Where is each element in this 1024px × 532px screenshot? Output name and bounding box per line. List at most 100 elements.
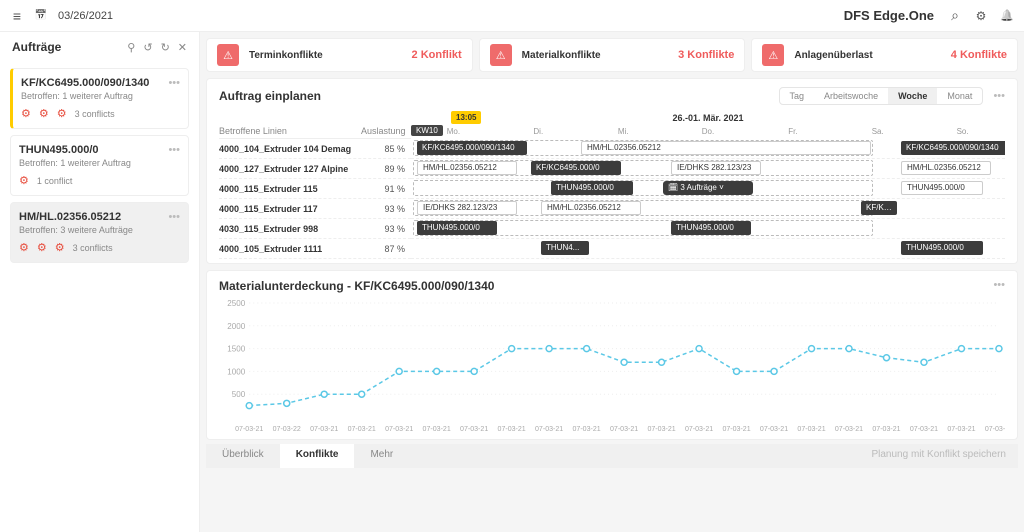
calendar-row[interactable]: IE/DHKS 282.123/23 HM/HL.02356.05212 KF/KC… <box>411 199 1005 219</box>
task-bar[interactable]: IE/DHKS 282.123/23 <box>417 201 517 215</box>
filter-icon[interactable] <box>127 41 135 54</box>
task-bar[interactable]: KF/KC6 <box>861 201 897 215</box>
order-card[interactable]: ••• HM/HL.02356.05212 Betroffen: 3 weite… <box>10 202 189 263</box>
svg-text:07-03-21: 07-03-21 <box>235 426 263 433</box>
col-lines: Betroffene Linien <box>219 126 361 136</box>
notifications-icon[interactable] <box>1000 9 1014 23</box>
order-card[interactable]: ••• KF/KC6495.000/090/1340 Betroffen: 1 … <box>10 68 189 129</box>
main: ⚠ Terminkonflikte 2 Konflikt⚠ Materialko… <box>200 32 1024 532</box>
task-bar[interactable]: THUN495.000/0 <box>901 241 983 255</box>
line-load: 93 % <box>361 204 411 214</box>
conflict-icon: ⚙ <box>19 241 29 254</box>
svg-text:07-03-21: 07-03-21 <box>460 426 488 433</box>
calendar-icon[interactable] <box>34 9 48 23</box>
bottom-tab[interactable]: Überblick <box>206 444 280 468</box>
more-icon[interactable]: ••• <box>168 211 180 223</box>
task-bar[interactable]: HM/HL.02356.05212 <box>581 141 871 155</box>
conflict-card[interactable]: ⚠ Terminkonflikte 2 Konflikt <box>206 38 473 72</box>
day-header: Do. <box>666 127 751 139</box>
svg-text:07-03-21: 07-03-21 <box>835 426 863 433</box>
card-count: 2 Konflikt <box>412 49 462 61</box>
card-count: 4 Konflikte <box>951 49 1007 61</box>
task-bar[interactable]: THUN495.000/0 <box>901 181 983 195</box>
line-chart: 500100015002000250007-03-2107-03-2207-03… <box>219 297 1005 437</box>
close-icon[interactable] <box>178 41 187 54</box>
calendar-row[interactable]: HM/HL.02356.05212 KF/KC6495.000/0 IE/DHKS … <box>411 159 1005 179</box>
svg-text:07-03-22: 07-03-22 <box>273 426 301 433</box>
line-load: 91 % <box>361 184 411 194</box>
svg-text:07-03-21: 07-03-21 <box>348 426 376 433</box>
settings-icon[interactable] <box>974 9 988 23</box>
svg-text:2000: 2000 <box>227 322 245 331</box>
view-tab[interactable]: Arbeitswoche <box>814 88 888 104</box>
task-bar[interactable]: THUN495.000/0 <box>551 181 633 195</box>
svg-text:07-03-21: 07-03-21 <box>872 426 900 433</box>
day-header: Fr. <box>750 127 835 139</box>
conflict-icon: ⚙ <box>55 241 65 254</box>
task-bar[interactable]: 🗓 3 Aufträge ˅ <box>663 181 753 195</box>
topbar: 03/26/2021 DFS Edge.One <box>0 0 1024 32</box>
task-bar[interactable]: THUN495.000/0 <box>671 221 751 235</box>
sidebar-title: Aufträge <box>12 40 61 54</box>
task-bar[interactable]: KF/KC6495.000/090/1340 <box>417 141 527 155</box>
view-tabs: TagArbeitswocheWocheMonat <box>779 87 984 105</box>
svg-text:2500: 2500 <box>227 299 245 308</box>
conflict-card[interactable]: ⚠ Anlagenüberlast 4 Konflikte <box>751 38 1018 72</box>
bottom-tab[interactable]: Mehr <box>354 444 409 468</box>
task-bar[interactable]: THUN495.000/0 <box>417 221 497 235</box>
svg-text:07-03-21: 07-03-21 <box>760 426 788 433</box>
svg-text:07-03-21: 07-03-21 <box>423 426 451 433</box>
task-bar[interactable]: THUN4... <box>541 241 589 255</box>
save-button[interactable]: Planung mit Konflikt speichern <box>859 444 1018 468</box>
card-label: Anlagenüberlast <box>794 50 872 61</box>
svg-text:500: 500 <box>232 390 246 399</box>
calendar-row[interactable]: THUN495.000/0 THUN495.000/0 <box>411 219 1005 239</box>
order-card[interactable]: ••• THUN495.000/0 Betroffen: 1 weiterer … <box>10 135 189 196</box>
view-tab[interactable]: Monat <box>937 88 982 104</box>
svg-text:07-03-21: 07-03-21 <box>985 426 1005 433</box>
conflict-card[interactable]: ⚠ Materialkonflikte 3 Konflikte <box>479 38 746 72</box>
svg-text:07-03-21: 07-03-21 <box>573 426 601 433</box>
conflict-cards: ⚠ Terminkonflikte 2 Konflikt⚠ Materialko… <box>200 32 1024 78</box>
bottom-tab[interactable]: Konflikte <box>280 444 355 468</box>
search-icon[interactable] <box>948 9 962 23</box>
task-bar[interactable]: HM/HL.02356.05212 <box>901 161 991 175</box>
calendar-row[interactable]: THUN495.000/0 🗓 3 Aufträge ˅ THUN495.000/0 <box>411 179 1005 199</box>
order-badge: 1 conflict <box>37 176 73 186</box>
more-icon[interactable]: ••• <box>168 77 180 89</box>
view-tab[interactable]: Woche <box>888 88 937 104</box>
date-range: 26.-01. Mär. 2021 <box>672 113 743 123</box>
redo-icon[interactable] <box>161 41 170 54</box>
task-bar[interactable]: HM/HL.02356.05212 <box>417 161 517 175</box>
line-name: 4030_115_Extruder 998 <box>219 224 361 234</box>
task-bar[interactable]: KF/KC6495.000/090/1340 <box>901 141 1005 155</box>
more-icon[interactable]: ••• <box>168 144 180 156</box>
more-icon[interactable]: ••• <box>993 90 1005 102</box>
calendar-row[interactable]: KF/KC6495.000/090/1340 HM/HL.02356.05212 K… <box>411 139 1005 159</box>
view-tab[interactable]: Tag <box>780 88 815 104</box>
order-sub: Betroffen: 1 weiterer Auftrag <box>19 158 180 168</box>
chart-more-icon[interactable]: ••• <box>993 279 1005 291</box>
brand: DFS Edge.One <box>844 8 934 23</box>
undo-icon[interactable] <box>143 41 152 54</box>
calendar-grid[interactable]: 13:05 KW10 26.-01. Mär. 2021 Mo.Di.Mi.Do… <box>411 111 1005 259</box>
task-bar[interactable]: KF/KC6495.000/0 <box>531 161 621 175</box>
day-header: So. <box>920 127 1005 139</box>
svg-text:07-03-21: 07-03-21 <box>610 426 638 433</box>
svg-text:07-03-21: 07-03-21 <box>685 426 713 433</box>
day-header: Mi. <box>581 127 666 139</box>
svg-text:07-03-21: 07-03-21 <box>797 426 825 433</box>
menu-icon[interactable] <box>10 9 24 23</box>
sidebar: Aufträge ••• KF/KC6495.000/090/1340 Betr… <box>0 32 200 532</box>
calendar-row[interactable]: THUN4... THUN495.000/0 <box>411 239 1005 259</box>
order-id: KF/KC6495.000/090/1340 <box>21 77 180 89</box>
day-header: Di. <box>496 127 581 139</box>
line-name: 4000_127_Extruder 127 Alpine <box>219 164 361 174</box>
chart-title: Materialunterdeckung - KF/KC6495.000/090… <box>219 279 1005 293</box>
line-load: 89 % <box>361 164 411 174</box>
schedule-panel: Auftrag einplanen TagArbeitswocheWocheMo… <box>206 78 1018 264</box>
task-bar[interactable]: IE/DHKS 282.123/23 <box>671 161 761 175</box>
conflict-icon: ⚙ <box>19 174 29 187</box>
task-bar[interactable]: HM/HL.02356.05212 <box>541 201 641 215</box>
chart-panel: Materialunterdeckung - KF/KC6495.000/090… <box>206 270 1018 440</box>
